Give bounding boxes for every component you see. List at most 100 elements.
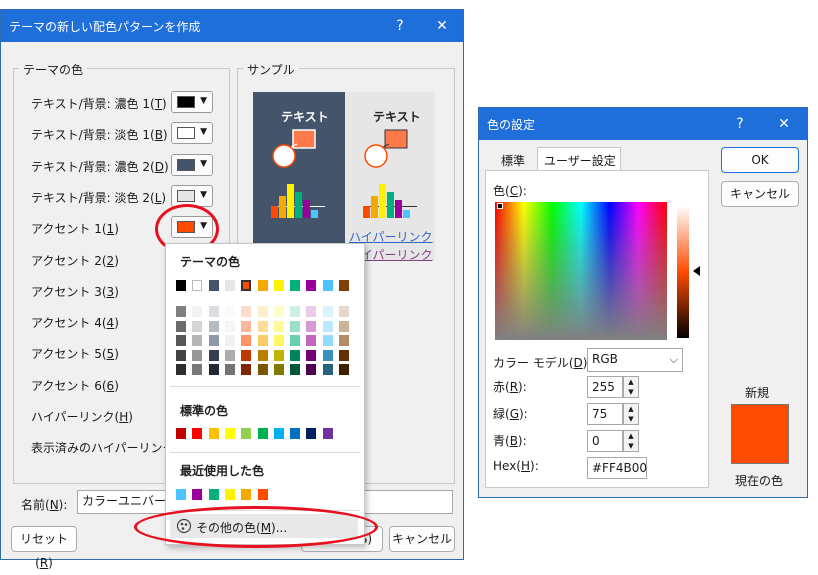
palette-theme-shade[interactable]	[322, 349, 333, 361]
palette-theme-shade[interactable]	[176, 349, 186, 361]
palette-theme-color[interactable]	[241, 280, 252, 291]
blue-input[interactable]: 0	[587, 430, 623, 452]
palette-standard-color[interactable]	[241, 428, 252, 439]
green-input[interactable]: 75	[587, 403, 623, 425]
palette-theme-shade[interactable]	[176, 364, 186, 375]
palette-theme-shade[interactable]	[192, 335, 203, 346]
palette-theme-shade[interactable]	[241, 335, 252, 346]
palette-recent-color[interactable]	[224, 489, 235, 500]
palette-theme-shade[interactable]	[290, 306, 301, 317]
palette-theme-shade[interactable]	[322, 364, 333, 375]
palette-theme-shade[interactable]	[176, 335, 186, 346]
palette-theme-shade[interactable]	[208, 335, 219, 346]
close-button[interactable]: ✕	[431, 15, 453, 37]
palette-theme-color[interactable]	[192, 280, 203, 291]
theme-color-picker-button[interactable]: ▼	[171, 122, 213, 145]
palette-theme-shade[interactable]	[224, 364, 235, 375]
color-model-select[interactable]: RGB ⌵	[587, 348, 683, 372]
palette-theme-color[interactable]	[257, 280, 268, 291]
palette-standard-color[interactable]	[273, 428, 284, 439]
palette-recent-color[interactable]	[257, 489, 268, 500]
color-spectrum-picker[interactable]	[495, 202, 667, 340]
palette-theme-shade[interactable]	[290, 349, 301, 361]
palette-theme-shade[interactable]	[224, 306, 235, 317]
theme-color-picker-button[interactable]: ▼	[171, 91, 213, 113]
palette-theme-shade[interactable]	[241, 364, 252, 375]
color-cancel-button[interactable]: キャンセル	[721, 181, 799, 207]
blue-spinner[interactable]: ▲ ▼	[623, 430, 639, 452]
palette-theme-shade[interactable]	[339, 349, 349, 361]
palette-recent-color[interactable]	[241, 489, 252, 500]
palette-theme-shade[interactable]	[290, 364, 301, 375]
palette-theme-shade[interactable]	[273, 349, 284, 361]
palette-theme-shade[interactable]	[339, 306, 349, 317]
palette-theme-shade[interactable]	[306, 306, 317, 317]
palette-theme-color[interactable]	[208, 280, 219, 291]
color-help-button[interactable]: ?	[729, 113, 751, 135]
palette-theme-shade[interactable]	[339, 320, 349, 332]
palette-theme-shade[interactable]	[339, 364, 349, 375]
palette-theme-shade[interactable]	[176, 306, 186, 317]
palette-theme-color[interactable]	[273, 280, 284, 291]
palette-theme-shade[interactable]	[322, 320, 333, 332]
palette-theme-shade[interactable]	[339, 335, 349, 346]
palette-standard-color[interactable]	[192, 428, 203, 439]
palette-theme-shade[interactable]	[176, 320, 186, 332]
spectrum-crosshair[interactable]	[497, 203, 503, 209]
palette-standard-color[interactable]	[224, 428, 235, 439]
palette-theme-shade[interactable]	[322, 306, 333, 317]
palette-theme-shade[interactable]	[241, 349, 252, 361]
palette-theme-shade[interactable]	[306, 364, 317, 375]
palette-theme-shade[interactable]	[224, 320, 235, 332]
palette-theme-shade[interactable]	[192, 320, 203, 332]
palette-theme-color[interactable]	[224, 280, 235, 291]
palette-recent-color[interactable]	[208, 489, 219, 500]
palette-standard-color[interactable]	[208, 428, 219, 439]
palette-theme-shade[interactable]	[208, 306, 219, 317]
palette-theme-shade[interactable]	[192, 364, 203, 375]
palette-theme-color[interactable]	[322, 280, 333, 291]
palette-theme-color[interactable]	[306, 280, 317, 291]
palette-theme-shade[interactable]	[273, 335, 284, 346]
palette-standard-color[interactable]	[306, 428, 317, 439]
palette-theme-shade[interactable]	[257, 335, 268, 346]
palette-theme-shade[interactable]	[322, 335, 333, 346]
red-spinner[interactable]: ▲ ▼	[623, 376, 639, 398]
palette-recent-color[interactable]	[192, 489, 203, 500]
palette-theme-shade[interactable]	[241, 306, 252, 317]
palette-theme-color[interactable]	[290, 280, 301, 291]
theme-color-picker-button[interactable]: ▼	[171, 153, 213, 176]
palette-theme-shade[interactable]	[290, 320, 301, 332]
palette-theme-shade[interactable]	[224, 349, 235, 361]
palette-theme-color[interactable]	[339, 280, 349, 291]
color-close-button[interactable]: ✕	[773, 113, 795, 135]
palette-theme-shade[interactable]	[257, 306, 268, 317]
palette-theme-shade[interactable]	[273, 320, 284, 332]
reset-button[interactable]: リセット(R)	[11, 526, 77, 570]
palette-standard-color[interactable]	[176, 428, 186, 439]
help-button[interactable]: ?	[389, 15, 411, 37]
cancel-button[interactable]: キャンセル	[389, 526, 455, 552]
red-input[interactable]: 255	[587, 376, 623, 398]
palette-theme-shade[interactable]	[290, 335, 301, 346]
palette-theme-shade[interactable]	[257, 349, 268, 361]
palette-theme-shade[interactable]	[208, 364, 219, 375]
palette-theme-color[interactable]	[176, 280, 186, 291]
palette-standard-color[interactable]	[290, 428, 301, 439]
palette-theme-shade[interactable]	[257, 320, 268, 332]
palette-theme-shade[interactable]	[224, 335, 235, 346]
palette-standard-color[interactable]	[257, 428, 268, 439]
green-spinner[interactable]: ▲ ▼	[623, 403, 639, 425]
palette-theme-shade[interactable]	[192, 349, 203, 361]
palette-standard-color[interactable]	[322, 428, 333, 439]
palette-theme-shade[interactable]	[241, 320, 252, 332]
palette-theme-shade[interactable]	[192, 306, 203, 317]
palette-theme-shade[interactable]	[273, 364, 284, 375]
palette-recent-color[interactable]	[176, 489, 186, 500]
palette-theme-shade[interactable]	[306, 335, 317, 346]
tab-custom[interactable]: ユーザー設定	[537, 147, 621, 171]
palette-theme-shade[interactable]	[306, 320, 317, 332]
palette-theme-shade[interactable]	[273, 306, 284, 317]
palette-theme-shade[interactable]	[306, 349, 317, 361]
tab-standard[interactable]: 標準	[501, 152, 525, 169]
